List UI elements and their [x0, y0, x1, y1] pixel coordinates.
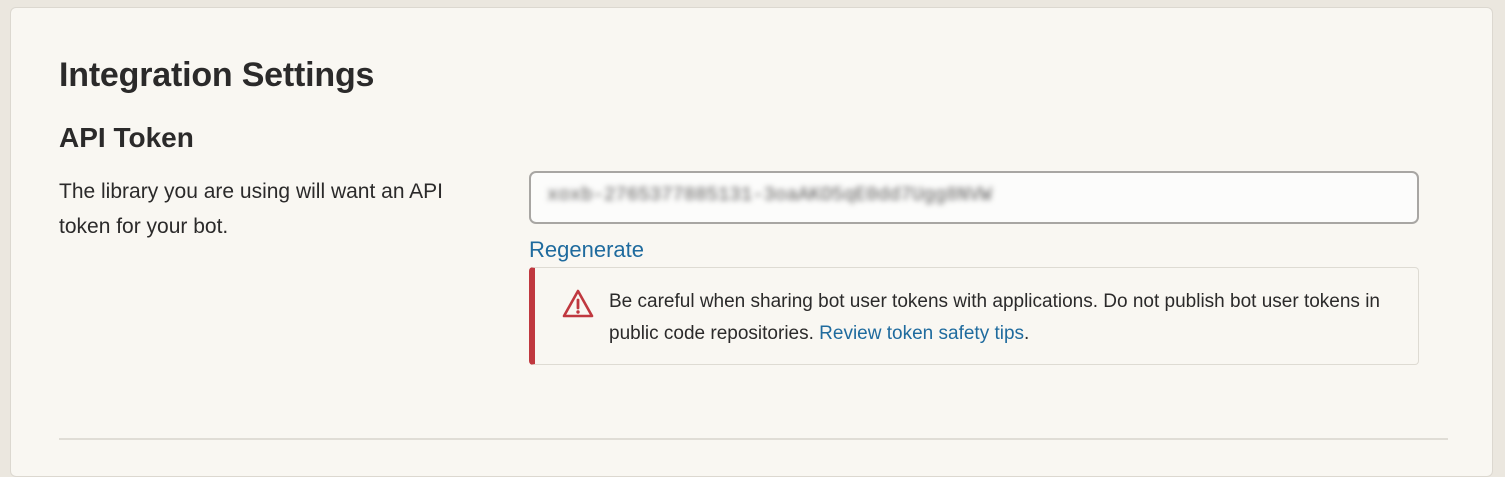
warning-triangle-icon — [561, 288, 595, 320]
section-divider — [59, 438, 1448, 440]
integration-settings-panel: Integration Settings API Token The libra… — [10, 7, 1493, 477]
api-token-heading: API Token — [59, 122, 194, 153]
api-token-value[interactable]: xoxb-2765377885131-3oaAKO5qE0dd7Ugg8NVW — [547, 184, 992, 206]
page-title: Integration Settings — [59, 56, 375, 94]
warning-message-period: . — [1024, 323, 1030, 344]
warning-message: Be careful when sharing bot user tokens … — [609, 286, 1409, 350]
api-token-description: The library you are using will want an A… — [59, 180, 444, 238]
api-token-field[interactable]: xoxb-2765377885131-3oaAKO5qE0dd7Ugg8NVW — [529, 171, 1419, 224]
regenerate-link[interactable]: Regenerate — [529, 237, 644, 263]
review-token-safety-tips-link[interactable]: Review token safety tips — [819, 323, 1024, 344]
token-warning-banner: Be careful when sharing bot user tokens … — [529, 267, 1419, 365]
